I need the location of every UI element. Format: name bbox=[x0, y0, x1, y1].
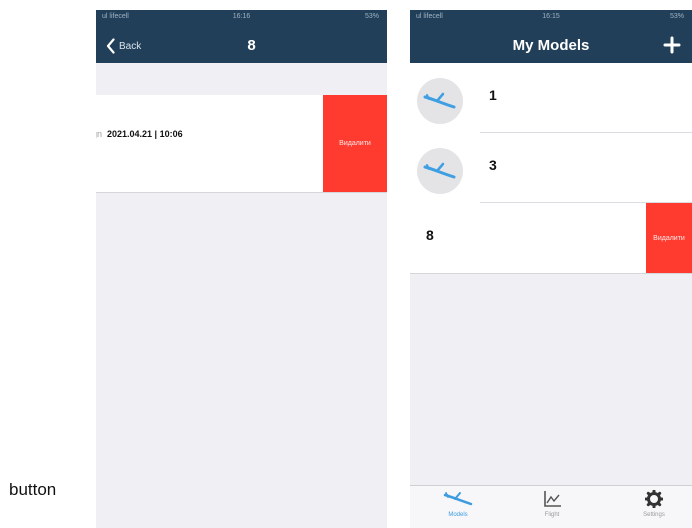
nav-bar: Back 8 bbox=[96, 28, 387, 63]
tab-models[interactable]: Models bbox=[428, 490, 488, 518]
delete-button[interactable]: Видалити bbox=[323, 95, 387, 192]
model-row[interactable]: 3 bbox=[410, 133, 692, 203]
status-time: 16:15 bbox=[542, 13, 560, 20]
tab-label: Models bbox=[448, 512, 468, 518]
tab-bar: Models Flight Settings bbox=[410, 485, 692, 528]
caption-text: button bbox=[9, 480, 57, 499]
battery-label: 53% bbox=[364, 13, 379, 20]
model-avatar bbox=[417, 148, 463, 194]
my-models-screen: ul lifecell 16:15 53% My Models 1 3 8 Ви… bbox=[410, 10, 692, 528]
plus-icon bbox=[663, 36, 681, 54]
flight-record-label: ign bbox=[96, 129, 103, 139]
plane-icon bbox=[443, 492, 473, 506]
delete-button[interactable]: Видалити bbox=[646, 203, 692, 273]
flight-record-row[interactable]: ign 2021.04.21 | 10:06 Видалити bbox=[96, 95, 387, 193]
chart-icon bbox=[544, 491, 561, 507]
status-bar: ul lifecell 16:16 53% bbox=[96, 10, 387, 28]
battery-label: 53% bbox=[669, 13, 684, 20]
models-list: 1 3 8 Видалити bbox=[410, 63, 692, 274]
nav-bar: My Models bbox=[410, 28, 692, 63]
flight-record-text: ign 2021.04.21 | 10:06 bbox=[96, 129, 183, 139]
tab-label: Flight bbox=[544, 512, 560, 518]
tab-flight[interactable]: Flight bbox=[522, 490, 582, 518]
model-name: 3 bbox=[489, 157, 497, 173]
plane-icon bbox=[423, 162, 456, 179]
tab-label: Settings bbox=[643, 512, 665, 518]
tab-settings[interactable]: Settings bbox=[624, 490, 684, 518]
model-name: 8 bbox=[426, 227, 434, 243]
page-title: 8 bbox=[247, 37, 256, 54]
model-avatar bbox=[417, 78, 463, 124]
status-bar: ul lifecell 16:15 53% bbox=[410, 10, 692, 28]
add-model-button[interactable] bbox=[662, 35, 682, 55]
gear-icon bbox=[645, 490, 663, 508]
model-name: 1 bbox=[489, 87, 497, 103]
plane-icon bbox=[423, 92, 456, 109]
model-row-swiped[interactable]: 8 Видалити bbox=[410, 203, 692, 274]
model-detail-screen: ul lifecell 16:16 53% Back 8 ign 2021.04.… bbox=[96, 10, 387, 528]
flight-record-date: 2021.04.21 | 10:06 bbox=[107, 129, 183, 139]
model-row[interactable]: 1 bbox=[410, 63, 692, 133]
page-title: My Models bbox=[512, 37, 590, 54]
status-time: 16:16 bbox=[232, 13, 251, 20]
